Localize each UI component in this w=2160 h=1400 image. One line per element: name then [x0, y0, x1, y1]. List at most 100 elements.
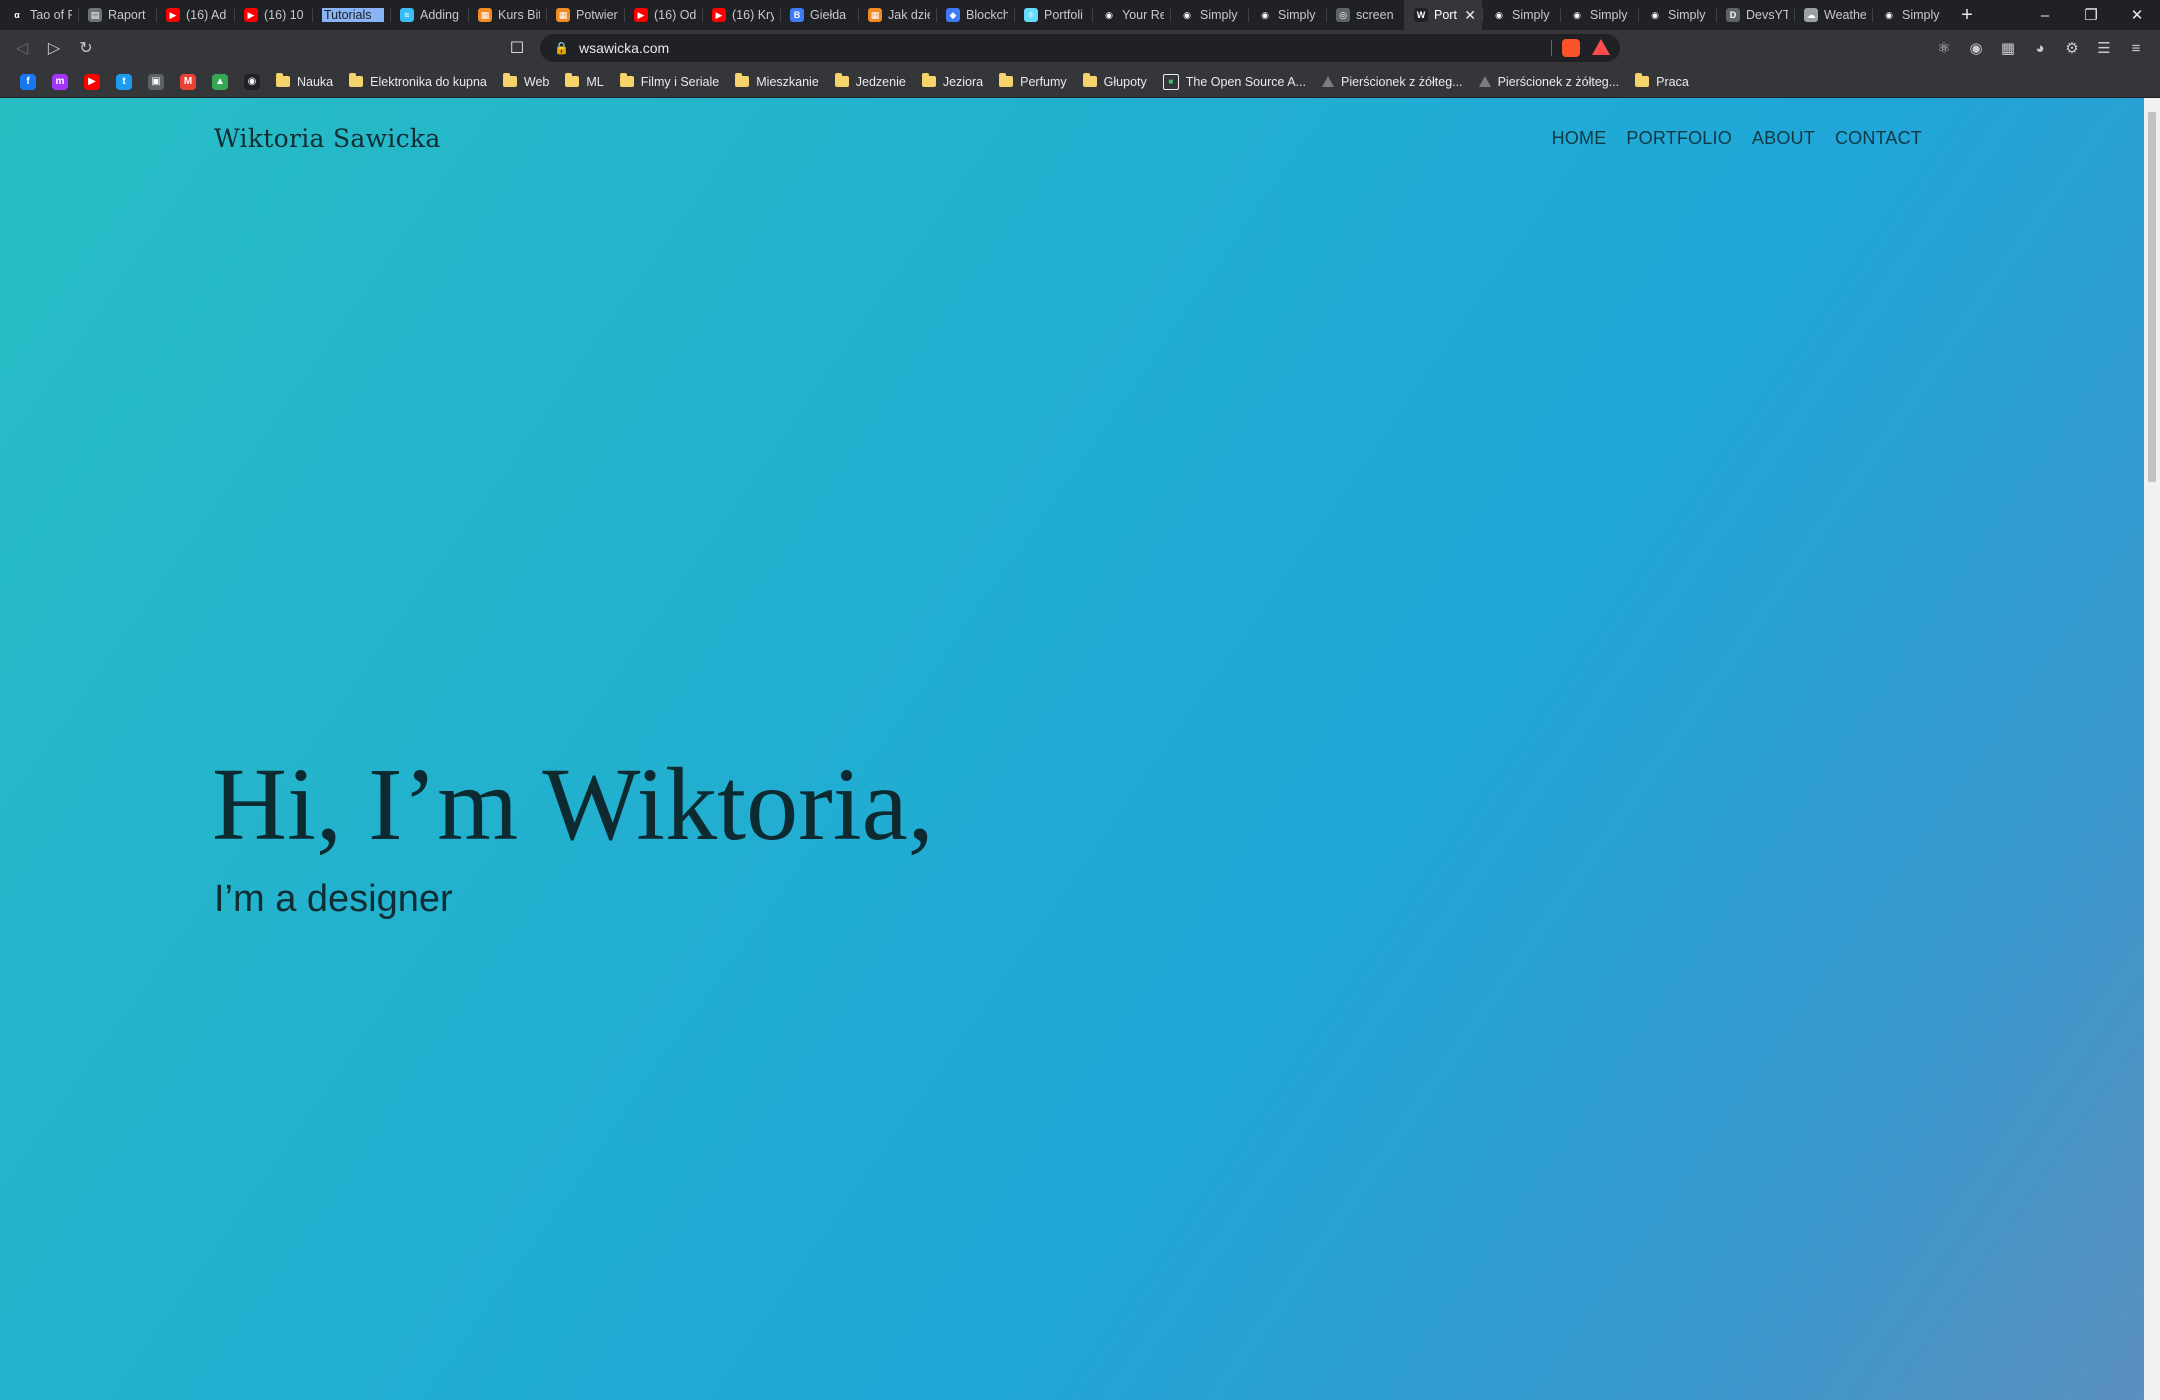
browser-tab[interactable]: W Port ✕ [1404, 0, 1482, 30]
address-bar[interactable]: 🔒 wsawicka.com [540, 34, 1620, 62]
bookmark-folder[interactable]: Nauka [268, 66, 341, 98]
browser-tab[interactable]: ⚛ Portfoli [1014, 0, 1092, 30]
browser-tab[interactable]: α Tao of R [0, 0, 78, 30]
browser-tab[interactable]: ◉ Your Re [1092, 0, 1170, 30]
bookmark-messenger-icon[interactable]: m [44, 66, 76, 98]
bookmark-folder[interactable]: Elektronika do kupna [341, 66, 495, 98]
page-scrollbar[interactable] [2144, 98, 2160, 1400]
browser-tab[interactable]: ▦ Potwier [546, 0, 624, 30]
link-icon [1478, 76, 1491, 87]
bookmark-label: Głupoty [1103, 74, 1147, 89]
bookmark-gmail-icon[interactable]: M [172, 66, 204, 98]
folder-icon [999, 73, 1014, 87]
reload-icon[interactable]: ↻ [70, 30, 102, 66]
bookmark-folder[interactable]: Głupoty [1075, 66, 1155, 98]
hero-title: Hi, I’m Wiktoria, [212, 747, 934, 862]
browser-tab[interactable]: ◉ Simply [1248, 0, 1326, 30]
close-tab-icon[interactable]: ✕ [1464, 7, 1476, 24]
bookmark-label: Filmy i Seriale [640, 74, 720, 89]
site-header: Wiktoria Sawicka HOME PORTFOLIO ABOUT CO… [0, 98, 2144, 178]
tab-label: (16) Kry [732, 8, 774, 22]
bookmark-link[interactable]: Pierścionek z żółteg... [1314, 66, 1471, 98]
bookmark-twitter-icon[interactable]: t [108, 66, 140, 98]
reading-list-icon[interactable]: ☰ [2088, 30, 2120, 66]
browser-tab[interactable]: ≈ Adding [390, 0, 468, 30]
folder-icon [502, 73, 517, 87]
url-text[interactable]: wsawicka.com [579, 40, 669, 56]
cloud-icon: ☁ [1804, 8, 1818, 22]
bookmark-folder[interactable]: Mieszkanie [727, 66, 827, 98]
color-picker-icon[interactable]: ◕ [2024, 30, 2056, 66]
facebook-icon: f [20, 73, 36, 90]
bookmark-page-icon[interactable]: ☐ [502, 30, 532, 66]
window-controls: – ❐ ✕ [2022, 0, 2160, 30]
youtube-icon: ▶ [244, 8, 258, 22]
blockchain-icon: ◆ [946, 8, 960, 22]
bookmark-folder[interactable]: Jedzenie [827, 66, 914, 98]
restore-icon[interactable]: ❐ [2068, 0, 2114, 30]
github-icon: ◉ [244, 73, 260, 90]
bookmark-folder[interactable]: Jeziora [914, 66, 991, 98]
browser-tab[interactable]: ▶ (16) Od [624, 0, 702, 30]
translate-icon[interactable]: ▦ [1992, 30, 2024, 66]
site-logo-title[interactable]: Wiktoria Sawicka [214, 124, 441, 153]
browser-tab[interactable]: ◉ Simply [1872, 0, 1950, 30]
nav-home[interactable]: HOME [1552, 128, 1607, 149]
browser-tab[interactable]: Tutorials [312, 0, 390, 30]
browser-tab[interactable]: ◉ Simply [1560, 0, 1638, 30]
browser-tab[interactable]: ◉ Simply [1170, 0, 1248, 30]
bookmark-folder[interactable]: Perfumy [991, 66, 1075, 98]
browser-tab[interactable]: ▶ (16) Ad [156, 0, 234, 30]
bookmark-label: Elektronika do kupna [370, 74, 487, 89]
react-devtools-icon[interactable]: ⚛ [1928, 30, 1960, 66]
back-icon[interactable]: ◁ [6, 30, 38, 66]
tab-label: Portfoli [1044, 8, 1083, 22]
nav-contact[interactable]: CONTACT [1835, 128, 1922, 149]
tab-label: Blockch [966, 8, 1008, 22]
tab-label: Simply [1668, 8, 1706, 22]
folder-icon [565, 73, 580, 87]
menu-icon[interactable]: ≡ [2120, 30, 2152, 66]
browser-tab[interactable]: ▦ Jak dzie [858, 0, 936, 30]
messenger-icon: m [52, 73, 68, 90]
extensions-puzzle-icon[interactable]: ⚙ [2056, 30, 2088, 66]
forward-icon[interactable]: ▷ [38, 30, 70, 66]
brave-shield-icon[interactable] [1562, 39, 1580, 57]
tab-label: DevsYT [1746, 8, 1788, 22]
browser-tab[interactable]: ◆ Blockch [936, 0, 1014, 30]
new-tab-icon[interactable]: + [1950, 0, 1984, 30]
bookmark-youtube-icon[interactable]: ▶ [76, 66, 108, 98]
close-window-icon[interactable]: ✕ [2114, 0, 2160, 30]
bookmark-drive-icon[interactable]: ▲ [204, 66, 236, 98]
bookmark-link[interactable]: ■ The Open Source A... [1155, 66, 1314, 98]
browser-tab[interactable]: ◎ screen [1326, 0, 1404, 30]
nav-portfolio[interactable]: PORTFOLIO [1626, 128, 1732, 149]
nav-about[interactable]: ABOUT [1752, 128, 1815, 149]
site-nav: HOME PORTFOLIO ABOUT CONTACT [1552, 128, 1922, 149]
lightbulb-icon[interactable]: ◉ [1960, 30, 1992, 66]
browser-tab[interactable]: ☁ Weathe [1794, 0, 1872, 30]
bookmark-image-icon[interactable]: ▣ [140, 66, 172, 98]
bookmark-folder[interactable]: Web [495, 66, 557, 98]
bookmark-github-icon[interactable]: ◉ [236, 66, 268, 98]
bookmark-link[interactable]: Pierścionek z żółteg... [1471, 66, 1628, 98]
tab-label: Simply [1278, 8, 1316, 22]
github-icon: ◉ [1492, 8, 1506, 22]
browser-tab[interactable]: ▶ (16) Kry [702, 0, 780, 30]
drive-icon: ▲ [212, 73, 228, 90]
brave-rewards-icon[interactable] [1592, 39, 1610, 55]
browser-tab[interactable]: ▶ (16) 10 [234, 0, 312, 30]
bookmark-folder[interactable]: Praca [1627, 66, 1697, 98]
browser-tab[interactable]: ◉ Simply [1638, 0, 1716, 30]
scrollbar-thumb[interactable] [2148, 112, 2156, 482]
browser-tab[interactable]: ◉ Simply [1482, 0, 1560, 30]
calendar-icon: ▦ [556, 8, 570, 22]
bookmark-folder[interactable]: ML [557, 66, 611, 98]
browser-tab[interactable]: ▤ Raport [78, 0, 156, 30]
browser-tab[interactable]: ▦ Kurs Bit [468, 0, 546, 30]
bookmark-facebook-icon[interactable]: f [12, 66, 44, 98]
minimize-icon[interactable]: – [2022, 0, 2068, 30]
browser-tab[interactable]: D DevsYT [1716, 0, 1794, 30]
bookmark-folder[interactable]: Filmy i Seriale [612, 66, 728, 98]
browser-tab[interactable]: B Giełda [780, 0, 858, 30]
